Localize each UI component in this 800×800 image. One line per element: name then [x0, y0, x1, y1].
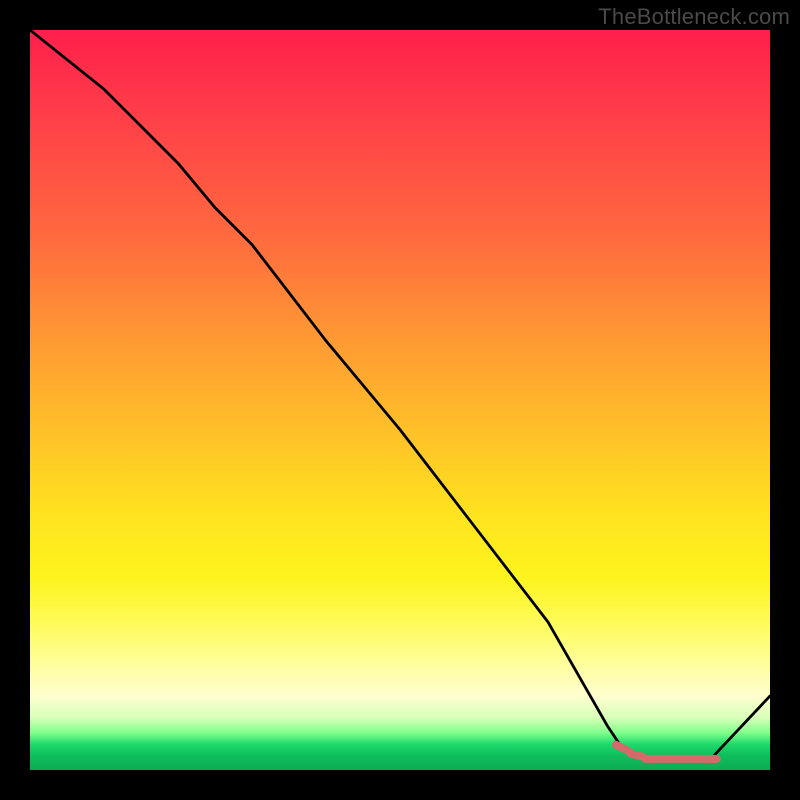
gradient-plot-area	[30, 30, 770, 770]
chart-frame: TheBottleneck.com	[0, 0, 800, 800]
watermark-text: TheBottleneck.com	[598, 4, 790, 30]
